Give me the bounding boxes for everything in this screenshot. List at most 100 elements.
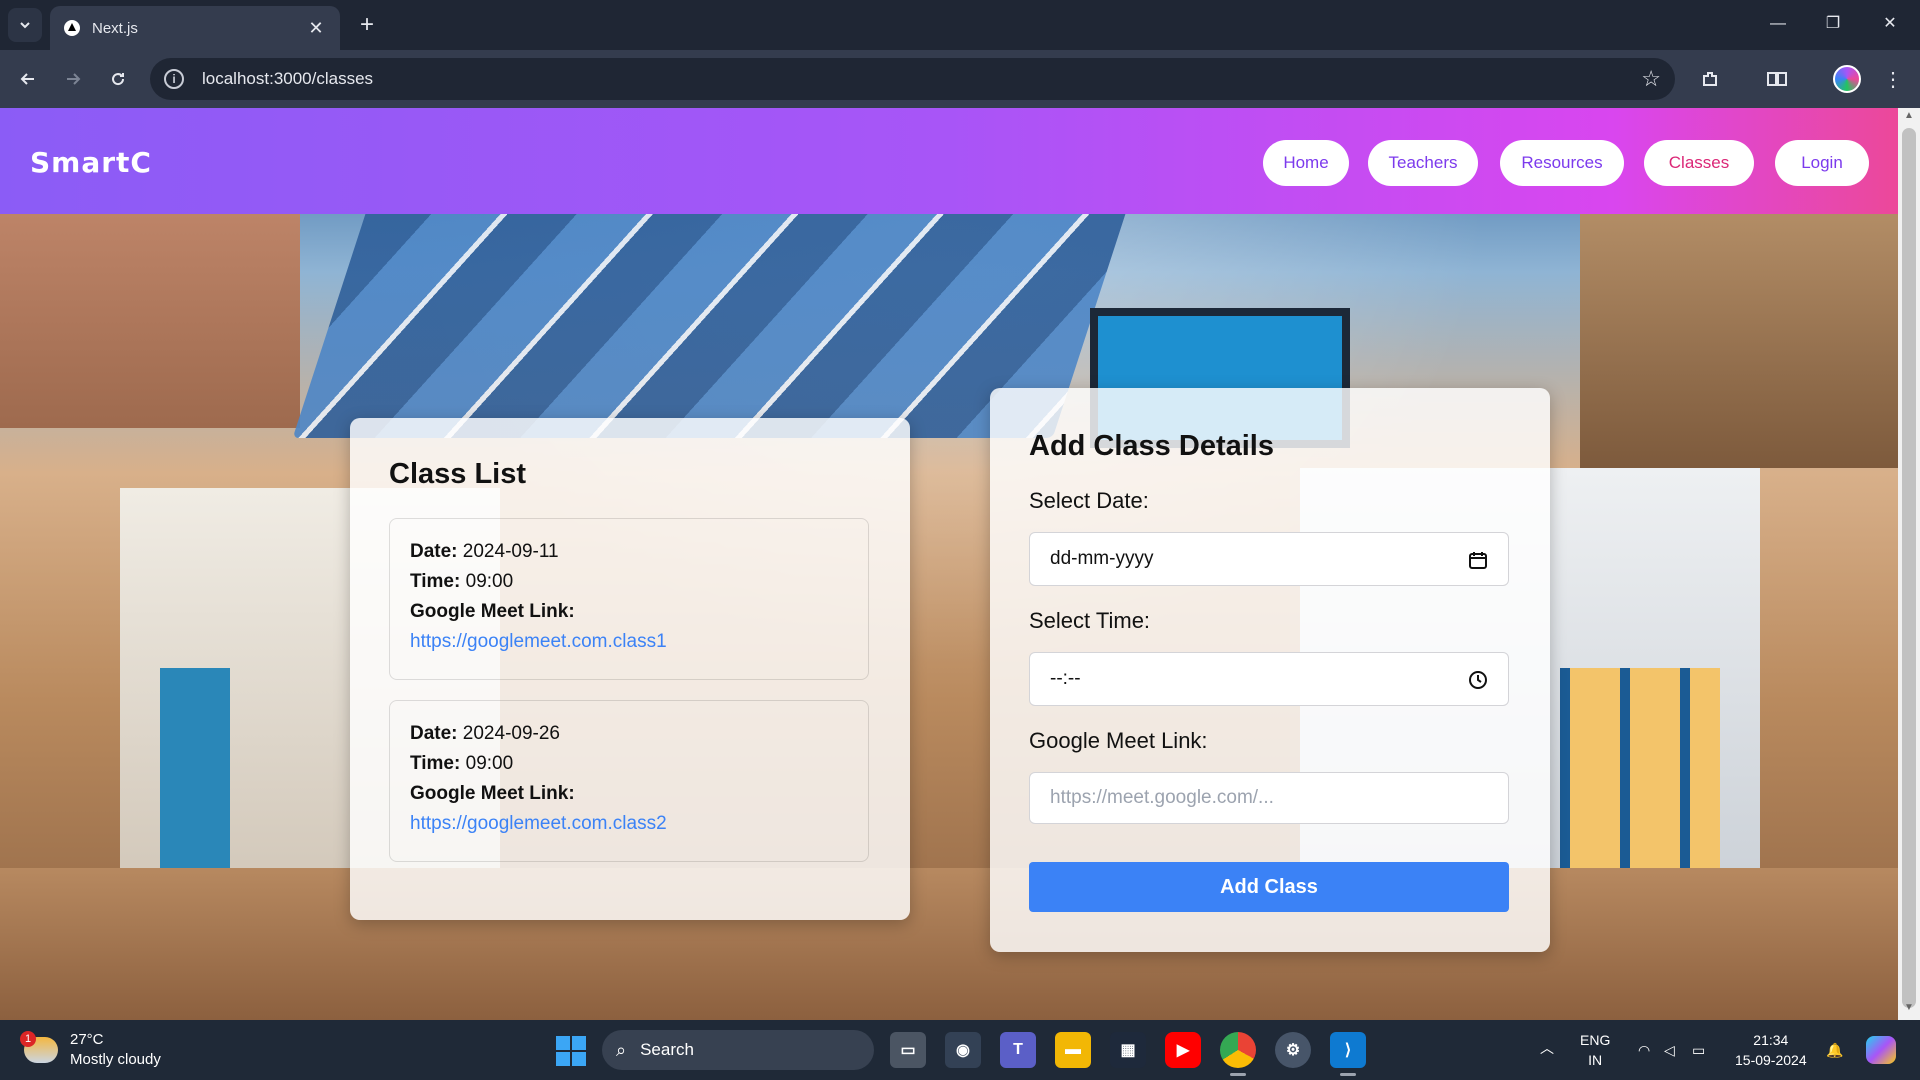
battery-icon[interactable]: ▭ [1692,1040,1705,1060]
tab-close-icon[interactable]: ✕ [306,18,326,39]
meet-link-field-label: Google Meet Link: [1029,728,1208,753]
reload-button[interactable] [100,61,136,97]
weather-widget[interactable]: 1 27°C Mostly cloudy [20,1030,161,1070]
nav-resources[interactable]: Resources [1500,140,1624,186]
date-label: Date: [410,541,458,562]
background-door [160,668,230,868]
background-ground [0,868,1898,1020]
back-button[interactable] [10,61,46,97]
scroll-down-arrow-icon[interactable]: ▼ [1898,1002,1920,1018]
show-hidden-icons-chevron-icon[interactable]: ︿ [1540,1038,1554,1058]
class-item: Date: 2024-09-11 Time: 09:00 Google Meet… [389,518,869,680]
class-item: Date: 2024-09-26 Time: 09:00 Google Meet… [389,700,869,862]
chrome-browser-icon[interactable] [1220,1032,1256,1076]
time-input[interactable]: --:-- [1029,652,1509,706]
new-tab-button[interactable]: + [352,10,382,40]
profile-avatar[interactable] [1833,65,1861,93]
meet-link-label: Google Meet Link: [410,783,575,804]
date-field-label: Select Date: [1029,488,1149,513]
background-window [1560,668,1720,868]
camera-app-icon[interactable]: ◉ [945,1032,981,1068]
site-header: SmartC Home Teachers Resources Classes L… [0,108,1898,214]
site-logo[interactable]: SmartC [30,146,152,179]
background-building-left [0,188,300,428]
background-building-right [1580,188,1898,468]
youtube-app-icon[interactable]: ▶ [1165,1032,1201,1068]
address-bar[interactable]: i localhost:3000/classes ☆ [150,58,1675,100]
windows-start-icon[interactable] [556,1036,586,1066]
windows-taskbar: 1 27°C Mostly cloudy ⌕ Search ▭ ◉ T ▬ ▦ … [0,1020,1920,1080]
teams-app-icon[interactable]: T [1000,1032,1036,1068]
class-list-title: Class List [389,458,526,490]
forward-button[interactable] [55,61,91,97]
reading-mode-icon[interactable] [1760,62,1794,96]
meet-link-placeholder: https://meet.google.com/... [1050,787,1274,808]
minimize-button[interactable]: — [1758,8,1798,40]
time-field-label: Select Time: [1029,608,1151,633]
volume-icon[interactable]: ◁ [1664,1040,1675,1060]
browser-tab-bar: Next.js ✕ + — ❐ ✕ [0,0,1920,50]
file-explorer-icon[interactable]: ▬ [1055,1032,1091,1068]
class-date: 2024-09-11 [462,541,559,562]
page-viewport: SmartC Home Teachers Resources Classes L… [0,108,1898,1020]
menu-dots-icon[interactable]: ⋮ [1876,62,1910,96]
page-scrollbar[interactable]: ▲ ▼ [1898,108,1920,1020]
scroll-up-arrow-icon[interactable]: ▲ [1898,110,1920,126]
wifi-icon[interactable]: ◠ [1638,1040,1650,1060]
task-view-icon[interactable]: ▭ [890,1032,926,1068]
chevron-down-icon [20,22,30,29]
time-label: Time: [410,571,461,592]
add-class-title: Add Class Details [1029,430,1274,462]
date-input-value: dd-mm-yyyy [1050,548,1154,569]
extensions-icon[interactable] [1693,62,1727,96]
nav-login[interactable]: Login [1775,140,1869,186]
tab-title: Next.js [92,19,138,37]
add-class-card: Add Class Details Select Date: dd-mm-yyy… [990,388,1550,952]
browser-toolbar: i localhost:3000/classes ☆ ⋮ [0,50,1920,108]
time-label: Time: [410,753,461,774]
vscode-app-icon[interactable]: ⟩ [1330,1032,1366,1076]
back-arrow-icon [20,73,34,85]
cloudy-weather-icon: 1 [20,1031,58,1063]
copilot-icon[interactable] [1866,1036,1896,1064]
clock-date: 15-09-2024 [1735,1052,1807,1068]
scroll-thumb[interactable] [1902,128,1916,1008]
calendar-icon[interactable] [1468,550,1488,570]
time-input-value: --:-- [1050,668,1081,689]
nav-classes[interactable]: Classes [1644,140,1754,186]
weather-temp: 27°C [70,1031,104,1048]
tab-search-button[interactable] [8,8,42,42]
clock[interactable]: 21:34 15-09-2024 [1735,1030,1807,1070]
close-window-button[interactable]: ✕ [1870,8,1910,40]
weather-badge: 1 [20,1031,36,1047]
nav-home[interactable]: Home [1263,140,1349,186]
class-date: 2024-09-26 [462,723,560,744]
nav-teachers[interactable]: Teachers [1368,140,1478,186]
language-indicator[interactable]: ENG IN [1580,1030,1610,1070]
search-icon: ⌕ [616,1039,627,1060]
url-text[interactable]: localhost:3000/classes [202,69,1641,89]
date-input[interactable]: dd-mm-yyyy [1029,532,1509,586]
browser-tab[interactable]: Next.js ✕ [50,6,340,50]
microsoft-store-icon[interactable]: ▦ [1110,1032,1146,1068]
class-time: 09:00 [465,753,514,774]
class-meet-link[interactable]: https://googlemeet.com.class1 [410,631,667,652]
site-info-icon[interactable]: i [164,69,184,89]
class-meet-link[interactable]: https://googlemeet.com.class2 [410,813,667,834]
notification-bell-icon[interactable]: 🔔 [1826,1040,1843,1060]
settings-gear-icon[interactable]: ⚙ [1275,1032,1311,1068]
weather-desc: Mostly cloudy [70,1051,161,1068]
clock-icon[interactable] [1468,670,1488,690]
restore-button[interactable]: ❐ [1813,8,1853,40]
class-time: 09:00 [465,571,514,592]
taskbar-search[interactable]: ⌕ Search [602,1030,874,1070]
reload-icon [112,73,125,86]
nextjs-favicon-icon [64,20,80,36]
class-list-card: Class List Date: 2024-09-11 Time: 09:00 … [350,418,910,920]
meet-link-label: Google Meet Link: [410,601,575,622]
meet-link-input[interactable]: https://meet.google.com/... [1029,772,1509,824]
bookmark-star-icon[interactable]: ☆ [1641,66,1661,92]
clock-time: 21:34 [1753,1032,1789,1048]
add-class-button[interactable]: Add Class [1029,862,1509,912]
forward-arrow-icon [67,73,81,85]
